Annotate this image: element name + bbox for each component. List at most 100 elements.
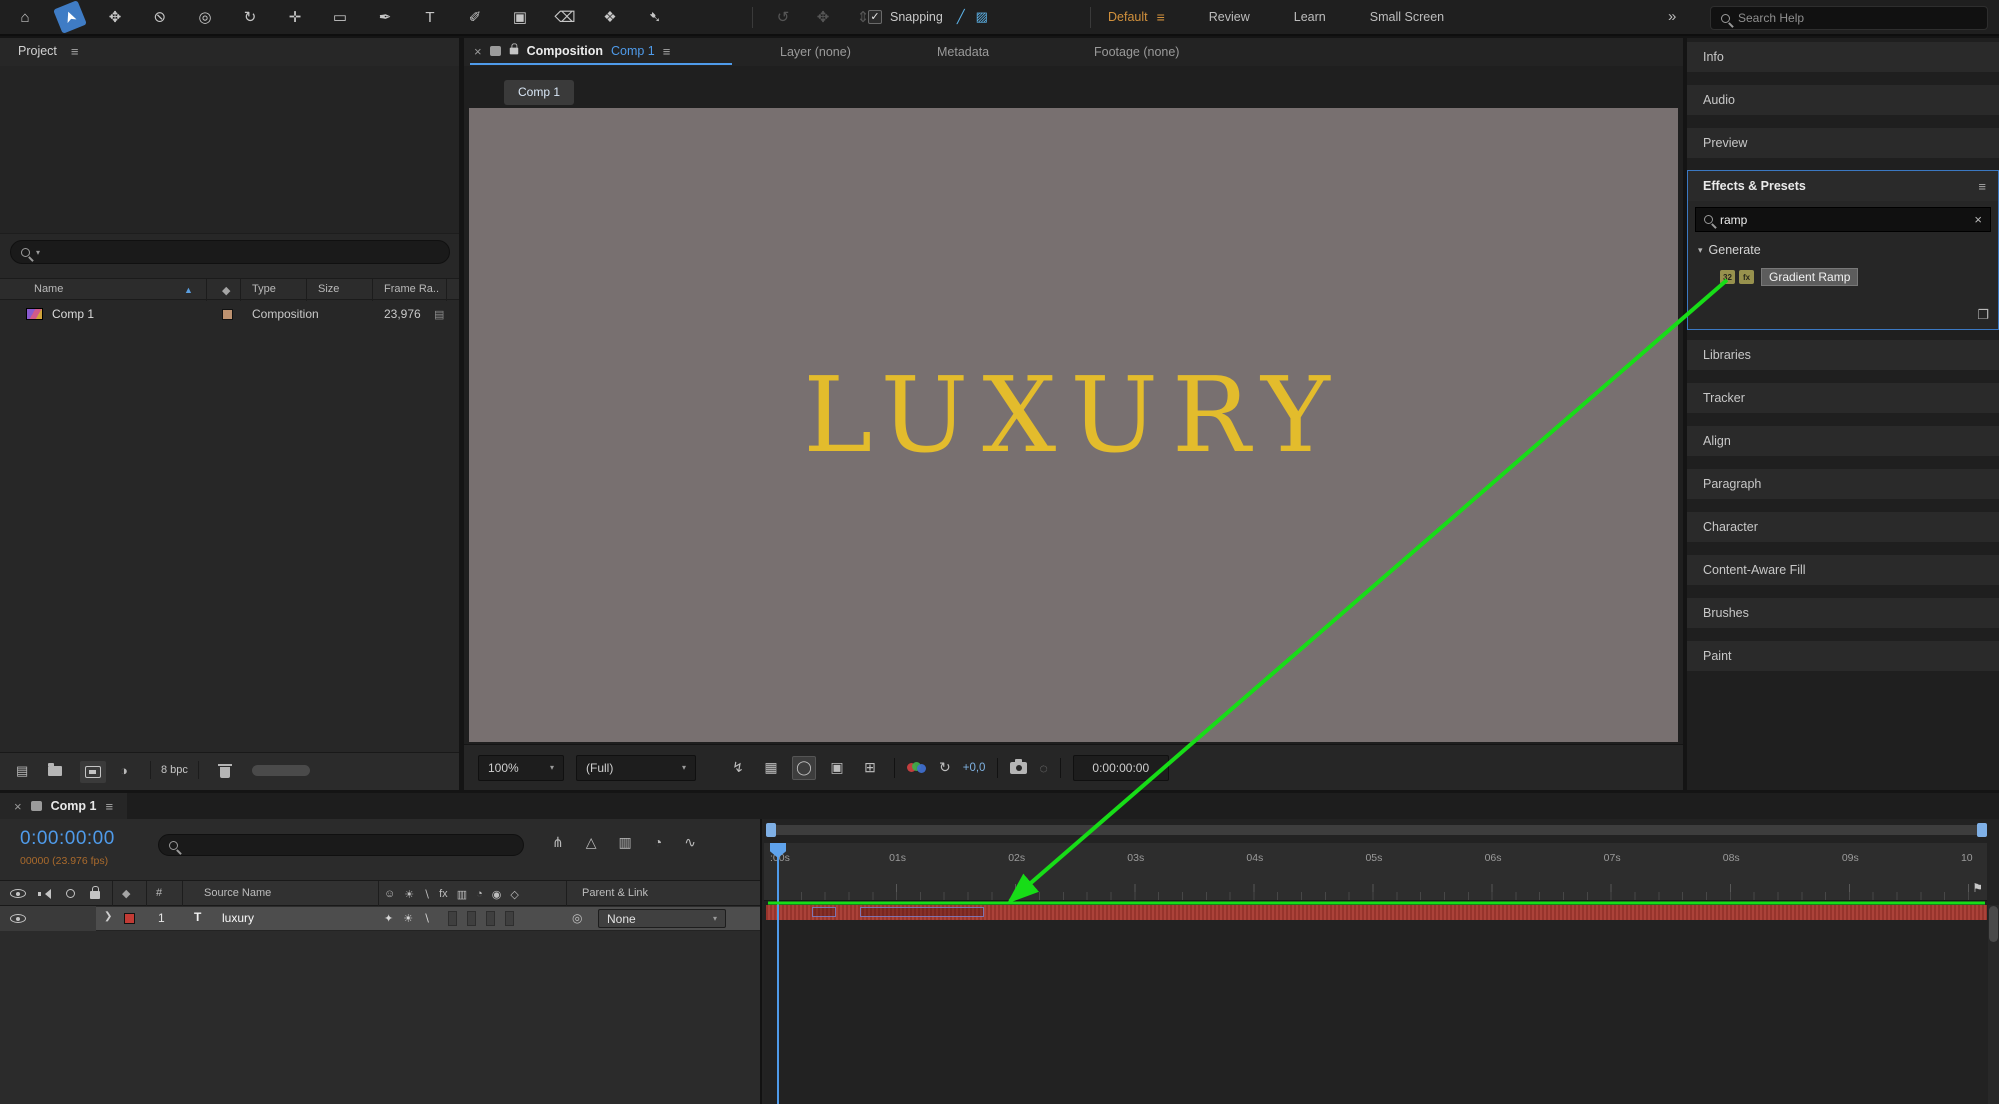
parent-pickwhip-icon[interactable]: ◎: [572, 911, 582, 925]
grid-guides-icon[interactable]: ⊞: [858, 756, 882, 780]
hand-tool-icon[interactable]: ✥: [102, 4, 128, 30]
resolution-select[interactable]: (Full) ▾: [576, 754, 696, 781]
home-icon[interactable]: ⌂: [12, 4, 38, 30]
panel-tab-paint[interactable]: Paint: [1687, 641, 1999, 671]
interpret-footage-icon[interactable]: ▤: [16, 763, 28, 779]
orbit-camera-tool-icon[interactable]: ↺: [770, 4, 796, 30]
layer-collapse-icon[interactable]: ☀: [403, 912, 413, 925]
panel-tab-audio[interactable]: Audio: [1687, 85, 1999, 115]
panel-tab-brushes[interactable]: Brushes: [1687, 598, 1999, 628]
viewer-tab-metadata[interactable]: Metadata: [937, 45, 989, 59]
collapse-transformations-column-icon[interactable]: ☀: [404, 888, 414, 901]
column-size[interactable]: Size: [318, 283, 339, 295]
delete-icon[interactable]: [218, 764, 232, 778]
video-column-icon[interactable]: [10, 889, 26, 898]
solo-column-icon[interactable]: [66, 889, 75, 898]
timeline-search-input[interactable]: [184, 838, 513, 852]
layer-row[interactable]: ❯ 1 T luxury ✦ ☀ ∖ ◎ None ▾: [0, 906, 760, 931]
twirl-open-icon[interactable]: ▾: [1698, 245, 1703, 256]
motion-blur-column-icon[interactable]: ◔: [476, 888, 483, 900]
snap-along-edges-icon[interactable]: ╱: [957, 9, 965, 25]
panel-menu-icon[interactable]: ≡: [663, 44, 671, 59]
mask-visibility-icon[interactable]: ◯: [792, 755, 816, 780]
channel-color-icon[interactable]: [907, 761, 927, 774]
effect-item-gradient-ramp[interactable]: 32 fx Gradient Ramp: [1720, 268, 1859, 286]
quality-column-icon[interactable]: ∖: [423, 888, 430, 901]
scrollbar-thumb[interactable]: [1989, 906, 1998, 942]
effects-group-generate[interactable]: ▾ Generate: [1698, 243, 1761, 257]
panel-tab-tracker[interactable]: Tracker: [1687, 383, 1999, 413]
preview-time-display[interactable]: 0:00:00:00: [1072, 754, 1169, 781]
fx-column-icon[interactable]: fx: [439, 888, 448, 900]
selection-tool-icon[interactable]: ➤: [53, 0, 87, 34]
motion-blur-icon[interactable]: ◔: [654, 834, 662, 851]
column-type[interactable]: Type: [252, 283, 276, 295]
reset-exposure-icon[interactable]: ↻: [939, 759, 951, 776]
layer-number-column[interactable]: #: [156, 887, 162, 899]
panel-menu-icon[interactable]: ≡: [105, 799, 113, 814]
layer-visibility-icon[interactable]: [10, 914, 26, 923]
workspace-menu-icon[interactable]: ≡: [1157, 9, 1165, 25]
workspace-tab-review[interactable]: Review: [1209, 10, 1250, 24]
show-snapshot-icon[interactable]: ◌: [1039, 760, 1047, 776]
layer-bar-segment[interactable]: [860, 907, 984, 917]
layer-label-color-chip[interactable]: [124, 913, 135, 924]
adjustment-layer-column-icon[interactable]: ◉: [492, 888, 502, 901]
panel-tab-align[interactable]: Align: [1687, 426, 1999, 456]
frame-blend-column-icon[interactable]: ▥: [457, 888, 467, 901]
layer-name[interactable]: luxury: [222, 911, 254, 925]
parent-link-column[interactable]: Parent & Link: [582, 887, 648, 899]
label-color-chip[interactable]: [222, 309, 233, 320]
current-time-display[interactable]: 0:00:00:00: [20, 828, 115, 850]
close-icon[interactable]: ×: [474, 44, 482, 59]
layer-duration-bar[interactable]: [766, 905, 1987, 920]
project-item-row[interactable]: Comp 1 Composition 23,976 ▤: [0, 302, 459, 327]
toolbar-overflow-icon[interactable]: »: [1668, 8, 1676, 25]
label-column-icon[interactable]: ◆: [222, 284, 230, 297]
type-tool-icon[interactable]: T: [417, 4, 443, 30]
project-settings-icon[interactable]: ◑: [120, 763, 128, 778]
search-options-caret-icon[interactable]: ▾: [36, 248, 40, 257]
shy-column-icon[interactable]: ☺: [384, 888, 395, 900]
viewer-tab-footage[interactable]: Footage (none): [1094, 45, 1179, 59]
project-scrollbar[interactable]: [252, 765, 310, 776]
panel-tab-content-aware-fill[interactable]: Content-Aware Fill: [1687, 555, 1999, 585]
brush-tool-icon[interactable]: ✐: [462, 4, 488, 30]
source-name-column[interactable]: Source Name: [204, 887, 271, 899]
viewer-breadcrumb-chip[interactable]: Comp 1: [504, 80, 575, 105]
effects-search-input[interactable]: [1720, 212, 1968, 227]
layer-quality-icon[interactable]: ∖: [423, 912, 430, 925]
viewer-tab-composition[interactable]: × Composition Comp 1 ≡: [474, 38, 670, 64]
audio-column-icon[interactable]: [38, 888, 51, 900]
lock-column-icon[interactable]: [90, 886, 100, 899]
layer-shy-icon[interactable]: ✦: [384, 912, 393, 925]
zoom-tool-icon[interactable]: ⊘: [147, 4, 173, 30]
pan-camera-tool-icon[interactable]: ✥: [810, 4, 836, 30]
timeline-tab-comp1[interactable]: × Comp 1 ≡: [0, 793, 128, 819]
workspace-tab-small-screen[interactable]: Small Screen: [1370, 10, 1444, 24]
composition-canvas[interactable]: LUXURY: [469, 108, 1678, 742]
panel-tab-libraries[interactable]: Libraries: [1687, 340, 1999, 370]
workspace-tab-learn[interactable]: Learn: [1294, 10, 1326, 24]
panel-menu-icon[interactable]: ≡: [71, 44, 79, 59]
project-search-input[interactable]: [46, 245, 439, 259]
panel-tab-info[interactable]: Info: [1687, 42, 1999, 72]
camera-tool-icon[interactable]: ◎: [192, 4, 218, 30]
timeline-vertical-scrollbar[interactable]: [1988, 905, 1999, 1104]
bit-depth-button[interactable]: 8 bpc: [150, 761, 199, 779]
pen-tool-icon[interactable]: ✒: [372, 4, 398, 30]
pan-behind-tool-icon[interactable]: ✛: [282, 4, 308, 30]
snapping-checkbox[interactable]: ✓: [868, 10, 882, 24]
help-search-input[interactable]: [1738, 11, 1977, 25]
column-name[interactable]: Name: [34, 283, 63, 295]
magnification-select[interactable]: 100% ▾: [478, 754, 564, 781]
threed-column-icon[interactable]: ◇: [510, 888, 518, 901]
effects-panel-header[interactable]: Effects & Presets ≡: [1688, 171, 1998, 201]
composition-text-layer[interactable]: LUXURY: [803, 354, 1343, 476]
project-panel-header[interactable]: Project ≡: [0, 38, 459, 64]
viewer-tab-layer[interactable]: Layer (none): [780, 45, 851, 59]
twirl-closed-icon[interactable]: ❯: [104, 911, 112, 922]
composition-mini-flowchart-icon[interactable]: ⋔: [552, 834, 564, 851]
timeline-navigator[interactable]: [766, 823, 1987, 837]
lock-icon[interactable]: [509, 43, 518, 55]
